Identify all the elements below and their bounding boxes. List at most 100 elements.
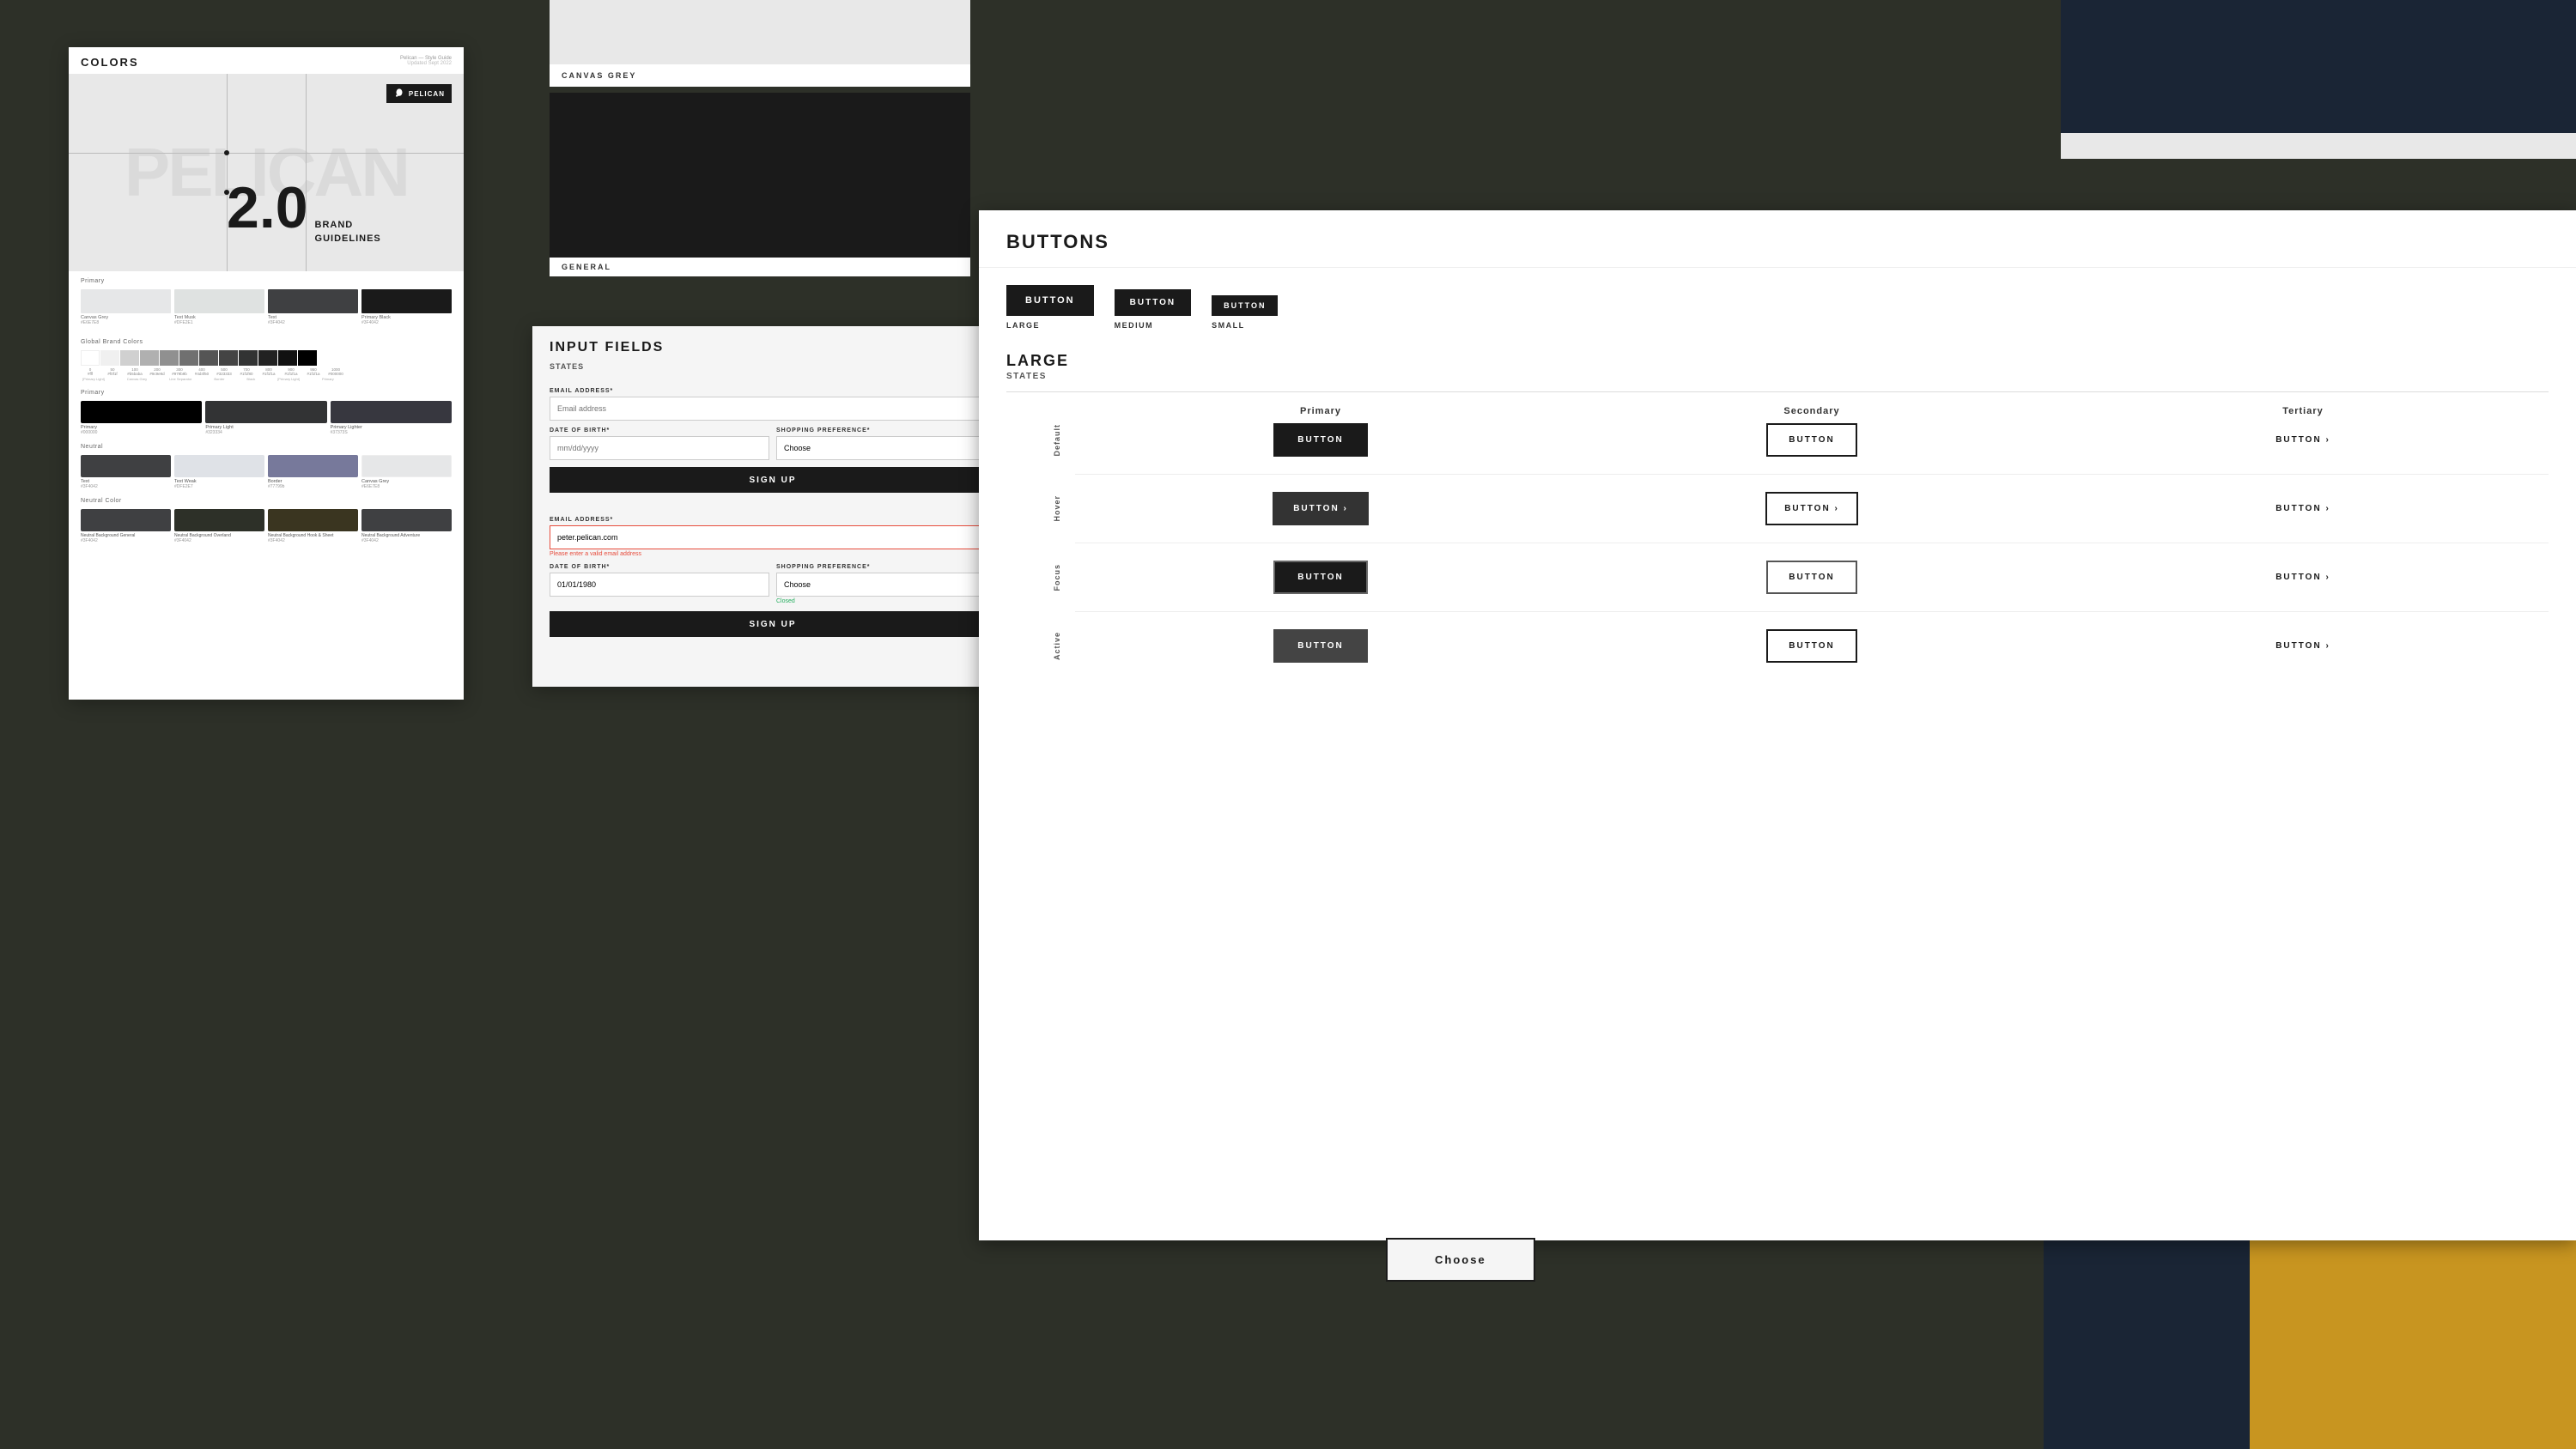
navy-top xyxy=(2061,0,2576,133)
version-number: 2.0 xyxy=(227,179,308,237)
primary-black-swatch xyxy=(361,289,452,313)
email-field-group-error: EMAIL ADDRESS* Please enter a valid emai… xyxy=(550,517,996,557)
divider-after-focus xyxy=(1075,611,2549,612)
active-label-container: Active xyxy=(1006,632,1075,660)
global-brand-label: Global Brand Colors xyxy=(81,339,452,345)
canvas-neutral-swatch xyxy=(361,455,452,477)
default-primary-btn[interactable]: BUTTON xyxy=(1273,423,1367,457)
dob-input-error[interactable] xyxy=(550,573,769,597)
default-tertiary-btn[interactable]: BUTTON › xyxy=(2275,423,2330,457)
shopping-select-error[interactable]: Choose xyxy=(776,573,996,597)
btn-row-default: Default BUTTON BUTTON BUTTON › xyxy=(1006,423,2549,457)
gold-bottom-right xyxy=(2250,1226,2576,1449)
btn-medium-demo[interactable]: BUTTON xyxy=(1115,289,1191,316)
email-input-default[interactable] xyxy=(550,397,996,421)
neutral-bg-overland-item: Neutral Background Overland #3F4042 xyxy=(174,509,264,543)
text-neutral-swatch xyxy=(81,455,171,477)
btn-col-headers: Primary Secondary Tertiary xyxy=(1006,406,2549,423)
canvas-grey-hex: #E6E7E8 xyxy=(81,320,171,325)
primary-lighter-swatch xyxy=(331,401,452,423)
focus-tertiary-cell: BUTTON › xyxy=(2057,561,2549,594)
btn-row-active: Active BUTTON BUTTON BUTTON › xyxy=(1006,629,2549,663)
active-secondary-btn[interactable]: BUTTON xyxy=(1766,629,1856,663)
swatch-sublabel-primary: Primary xyxy=(322,377,334,381)
sg-updated: Updated Sept 2022 xyxy=(400,61,452,66)
canvas-grey-swatch xyxy=(81,289,171,313)
border-neutral-swatch xyxy=(268,455,358,477)
hover-primary-cell: BUTTON › xyxy=(1075,492,1566,525)
btn-states-section: LARGE STATES Primary Secondary Tertiary … xyxy=(979,343,2576,697)
if-header: INPUT FIELDS STATES xyxy=(532,326,1013,379)
btn-col-secondary: Secondary xyxy=(1566,406,2057,416)
focus-cells: BUTTON BUTTON BUTTON › xyxy=(1075,561,2549,594)
hover-secondary-btn[interactable]: BUTTON › xyxy=(1765,492,1858,525)
neutral-bg-hook-hex: #3F4042 xyxy=(268,538,358,543)
focus-label-container: Focus xyxy=(1006,564,1075,591)
text-neutral-hex: #3F4042 xyxy=(81,484,171,489)
canvas-grey-label-area: CANVAS GREY xyxy=(550,64,970,87)
btn-medium-size-label: MEDIUM xyxy=(1115,321,1154,330)
dob-group-default: DATE OF BIRTH* xyxy=(550,427,769,460)
btn-medium-item: BUTTON MEDIUM xyxy=(1115,289,1191,330)
btn-large-demo[interactable]: BUTTON xyxy=(1006,285,1094,316)
hover-cells: BUTTON › BUTTON › BUTTON › xyxy=(1075,492,2549,525)
shopping-select-default[interactable]: Choose xyxy=(776,436,996,460)
active-cells: BUTTON BUTTON BUTTON › xyxy=(1075,629,2549,663)
hover-primary-btn[interactable]: BUTTON › xyxy=(1273,492,1369,525)
global-swatch-7 xyxy=(219,350,238,366)
shopping-select-wrapper-default: Choose xyxy=(776,436,996,460)
global-swatch-1 xyxy=(100,350,119,366)
global-swatch-3 xyxy=(140,350,159,366)
shopping-label-default: SHOPPING PREFERENCE* xyxy=(776,427,996,433)
default-secondary-btn[interactable]: BUTTON xyxy=(1766,423,1856,457)
primary-light-item: Primary Light #323334 xyxy=(205,401,326,435)
swatch-label-6: 500#323333 xyxy=(215,367,234,376)
input-fields-panel: INPUT FIELDS STATES EMAIL ADDRESS* DATE … xyxy=(532,326,1013,687)
canvas-grey-top xyxy=(550,0,970,64)
signup-button-error[interactable]: SIGN UP xyxy=(550,611,996,637)
primary-light-hex: #323334 xyxy=(205,430,326,435)
global-swatch-0 xyxy=(81,350,100,366)
focus-secondary-btn[interactable]: BUTTON xyxy=(1766,561,1856,594)
neutral-swatches-row: Text #3F4042 Text Weak #DFE2E7 Border #7… xyxy=(81,455,452,489)
global-swatches xyxy=(81,350,452,366)
swatch-label-0: 0#fff xyxy=(81,367,100,376)
primary-section-label: Primary xyxy=(81,278,452,284)
dob-input-default[interactable] xyxy=(550,436,769,460)
global-swatch-2 xyxy=(120,350,139,366)
sg-colors-title: COLORS xyxy=(81,56,139,69)
if-states-label: STATES xyxy=(550,362,996,371)
dob-label-default: DATE OF BIRTH* xyxy=(550,427,769,433)
btn-large-title: LARGE xyxy=(1006,352,2549,370)
tertiary-arrow-default: › xyxy=(2325,435,2330,445)
neutral-bg-overland-swatch xyxy=(174,509,264,531)
active-primary-btn[interactable]: BUTTON xyxy=(1273,629,1367,663)
text-weak-hex: #DFE2E7 xyxy=(174,484,264,489)
pelican-bird-icon xyxy=(393,88,405,100)
active-tertiary-btn[interactable]: BUTTON › xyxy=(2275,629,2330,663)
choose-button[interactable]: Choose xyxy=(1386,1238,1535,1282)
default-secondary-cell: BUTTON xyxy=(1566,423,2057,457)
dob-shopping-row-default: DATE OF BIRTH* SHOPPING PREFERENCE* Choo… xyxy=(550,427,996,460)
focus-tertiary-btn[interactable]: BUTTON › xyxy=(2275,561,2330,594)
signup-button-default[interactable]: SIGN UP xyxy=(550,467,996,493)
btn-states-divider xyxy=(1006,391,2549,392)
global-swatch-5 xyxy=(179,350,198,366)
swatch-label-7: 700#1f1f80 xyxy=(237,367,256,376)
primary-light-swatch xyxy=(205,401,326,423)
sg-hero: PELICAN PELICAN 2.0 BRANDGUIDELINES xyxy=(69,74,464,271)
btn-small-demo[interactable]: BUTTON xyxy=(1212,295,1278,316)
if-form-default: EMAIL ADDRESS* DATE OF BIRTH* SHOPPING P… xyxy=(532,379,1013,501)
default-tertiary-cell: BUTTON › xyxy=(2057,423,2549,457)
focus-primary-btn[interactable]: BUTTON xyxy=(1273,561,1367,594)
hover-tertiary-arrow: › xyxy=(2325,504,2330,513)
neutral-bg-hook-item: Neutral Background Hook & Sheet #3F4042 xyxy=(268,509,358,543)
email-input-error[interactable] xyxy=(550,525,996,549)
brand-guidelines-text: BRANDGUIDELINES xyxy=(315,219,381,246)
hover-tertiary-btn[interactable]: BUTTON › xyxy=(2275,492,2330,525)
primary-label: Primary xyxy=(81,390,452,396)
canvas-grey-title: CANVAS GREY xyxy=(562,71,958,80)
shopping-label-error: SHOPPING PREFERENCE* xyxy=(776,564,996,570)
primary-lighter-item: Primary Lighter #37373S xyxy=(331,401,452,435)
swatch-sublabel-sep: Line Separator xyxy=(169,377,191,381)
